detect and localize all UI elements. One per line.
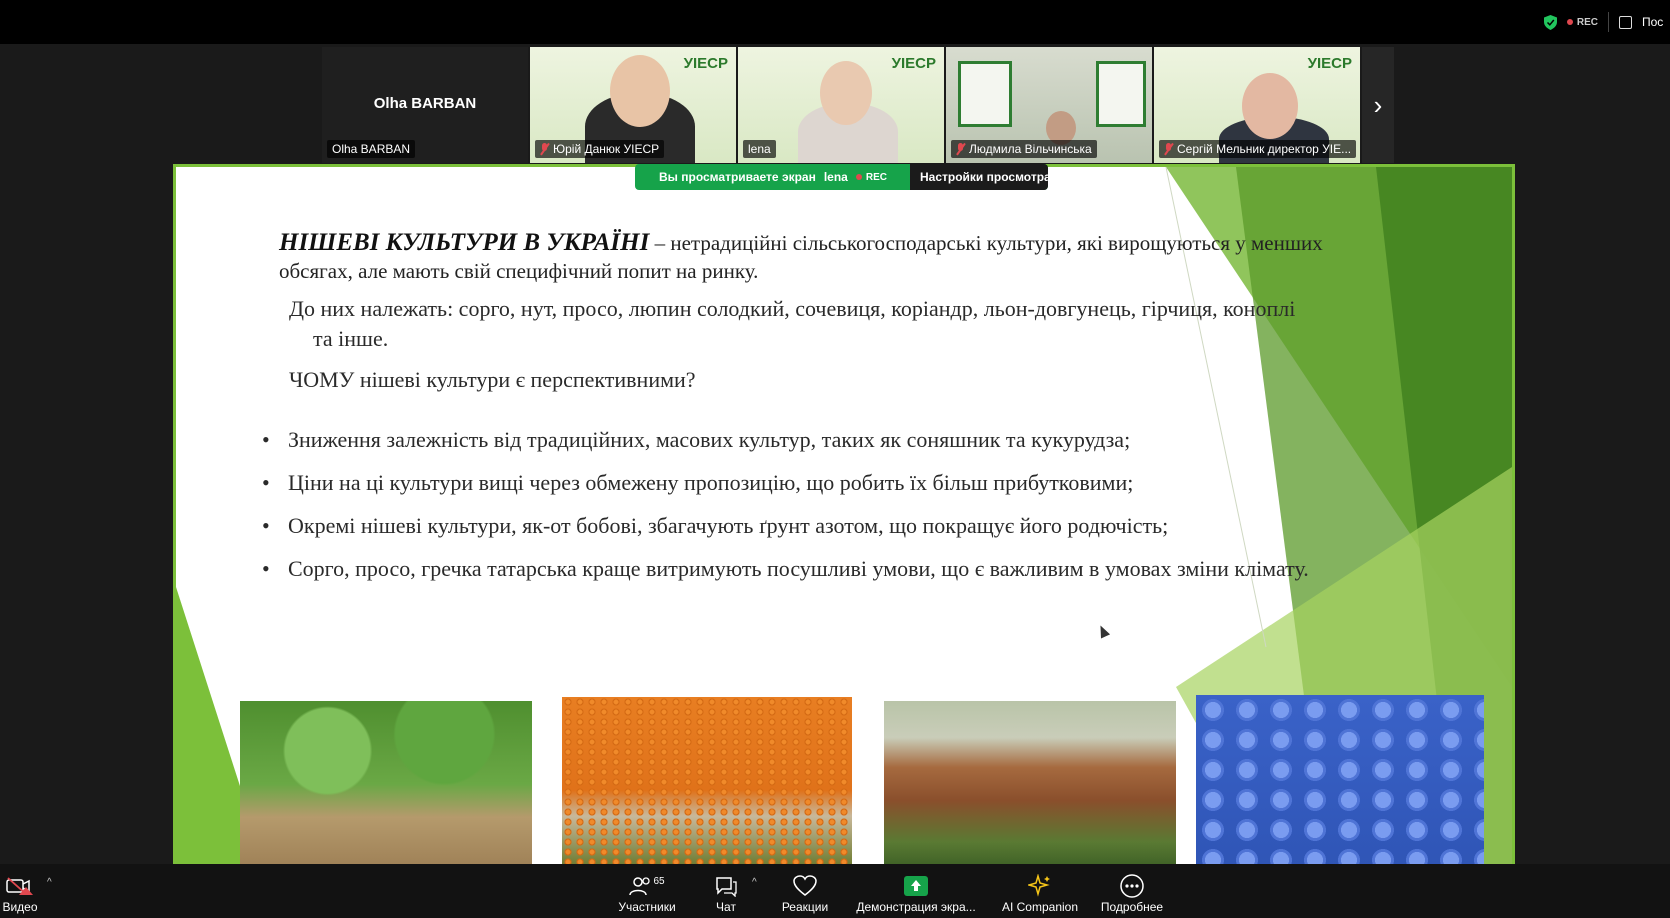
share-screen-icon xyxy=(856,872,976,900)
participant-tile[interactable]: Olha BARBAN Olha BARBAN xyxy=(322,47,528,163)
ai-companion-button[interactable]: AI Companion xyxy=(998,872,1082,914)
participant-face xyxy=(610,55,670,127)
meeting-toolbar: Видео ^ 65 Участники Чат ^ Реакции Демон… xyxy=(0,864,1670,918)
coriander-photo xyxy=(240,701,532,867)
recording-indicator[interactable]: REC xyxy=(1566,16,1598,28)
bullet-dot: • xyxy=(262,513,270,538)
participant-face xyxy=(820,61,872,125)
slide-bullet: • Зниження залежність від традиційних, ма… xyxy=(262,425,1392,455)
share-rec-indicator: REC xyxy=(855,171,887,183)
participant-big-name: Olha BARBAN xyxy=(373,95,477,112)
bullet-dot: • xyxy=(262,470,270,495)
video-off-icon xyxy=(0,872,40,900)
participant-name-label: Юрій Данюк УІЕСР xyxy=(535,140,665,158)
participants-label: Участники xyxy=(618,900,676,914)
flax-flowers-photo xyxy=(1196,695,1484,867)
share-sharer-name: lena xyxy=(823,170,848,184)
bullet-dot: • xyxy=(262,427,270,452)
next-page-arrow-icon[interactable]: › xyxy=(1362,47,1394,163)
shared-screen-slide: НІШЕВІ КУЛЬТУРИ В УКРАЇНІ – нетрадиційні… xyxy=(173,164,1515,867)
room-window xyxy=(958,61,1012,127)
slide-belong-text: До них належать: сорго, нут, просо, люпи… xyxy=(289,296,1296,321)
rec-dot-icon xyxy=(1566,19,1573,25)
sorghum-photo xyxy=(884,701,1176,867)
more-label: Подробнее xyxy=(1100,900,1164,914)
ai-sparkle-icon xyxy=(998,872,1082,900)
chat-options-caret-icon[interactable]: ^ xyxy=(752,877,757,888)
participants-icon: 65 xyxy=(612,872,682,900)
bullet-text: Окремі нішеві культури, як-от бобові, зб… xyxy=(288,513,1169,538)
uiesr-logo: УІЕСР xyxy=(683,55,728,72)
participant-name: Сергій Мельник директор УІЕ... xyxy=(1177,142,1352,156)
participant-name-label: Olha BARBAN xyxy=(327,140,416,158)
rec-dot-icon xyxy=(855,174,862,180)
participant-tile[interactable]: УІЕСР Сергій Мельник директор УІЕ... xyxy=(1154,47,1360,163)
participant-name: Людмила Вільчинська xyxy=(969,142,1092,156)
chat-button[interactable]: Чат xyxy=(706,872,746,914)
meeting-top-bar: REC Пос xyxy=(0,0,1670,44)
more-dots-icon xyxy=(1100,872,1164,900)
mic-muted-icon xyxy=(1164,143,1173,155)
participant-tile[interactable]: Людмила Вільчинська xyxy=(946,47,1152,163)
participants-strip: Olha BARBAN Olha BARBAN УІЕСР Юрій Данюк… xyxy=(322,47,1394,163)
slide-title-bold: НІШЕВІ КУЛЬТУРИ В УКРАЇНІ xyxy=(279,229,650,256)
divider xyxy=(1608,12,1609,32)
room-window xyxy=(1096,61,1146,127)
slide-bullet: • Сорго, просо, гречка татарська краще ви… xyxy=(262,554,1392,584)
bullet-dot: • xyxy=(262,556,270,581)
video-options-caret-icon[interactable]: ^ xyxy=(47,877,52,888)
bullet-text: Ціни на ці культури вищі через обмежену … xyxy=(288,470,1134,495)
slide-belong-continuation: та інше. xyxy=(313,326,389,351)
bullet-text: Сорго, просо, гречка татарська краще вит… xyxy=(288,556,1309,581)
slide-question: ЧОМУ нішеві культури є перспективними? xyxy=(289,367,696,392)
chat-label: Чат xyxy=(716,900,736,914)
heart-icon xyxy=(776,872,834,900)
participant-name: Olha BARBAN xyxy=(332,142,411,156)
mic-muted-icon xyxy=(956,143,965,155)
calendar-icon[interactable] xyxy=(1619,15,1632,29)
top-right-cut-label[interactable]: Пос xyxy=(1642,15,1670,29)
share-screen-label: Демонстрация экра... xyxy=(856,900,976,914)
slide-photos xyxy=(176,695,1512,867)
slide-bullet-list: • Зниження залежність від традиційних, ма… xyxy=(262,425,1392,597)
chat-icon xyxy=(706,872,746,900)
participant-face xyxy=(1242,73,1298,139)
uiesr-logo: УІЕСР xyxy=(891,55,936,72)
mic-muted-icon xyxy=(540,143,549,155)
rec-label: REC xyxy=(1576,16,1598,28)
more-button[interactable]: Подробнее xyxy=(1100,872,1164,914)
slide-bullet: • Окремі нішеві культури, як-от бобові, з… xyxy=(262,511,1392,541)
slide-bullet: • Ціни на ці культури вищі через обмежену… xyxy=(262,468,1392,498)
participant-name-label: lena xyxy=(743,140,776,158)
lentils-photo xyxy=(562,697,852,867)
ai-companion-label: AI Companion xyxy=(1001,900,1079,914)
screen-share-banner: Вы просматриваете экран lena REC Настрой… xyxy=(635,164,1048,190)
slide-title: НІШЕВІ КУЛЬТУРИ В УКРАЇНІ – нетрадиційні… xyxy=(279,229,1329,285)
share-screen-button[interactable]: Демонстрация экра... xyxy=(856,872,976,914)
participant-name: lena xyxy=(748,142,771,156)
share-rec-label: REC xyxy=(865,171,887,183)
shield-icon[interactable] xyxy=(1543,14,1557,30)
participant-name: Юрій Данюк УІЕСР xyxy=(553,142,660,156)
video-button[interactable]: Видео xyxy=(0,872,40,914)
participant-tile[interactable]: УІЕСР Юрій Данюк УІЕСР xyxy=(530,47,736,163)
bullet-text: Зниження залежність від традиційних, мас… xyxy=(288,427,1131,452)
participants-count: 65 xyxy=(653,875,665,887)
share-message: Вы просматриваете экран xyxy=(659,170,816,184)
uiesr-logo: УІЕСР xyxy=(1307,55,1352,72)
top-right-controls: REC Пос xyxy=(1543,12,1670,32)
reactions-button[interactable]: Реакции xyxy=(776,872,834,914)
participants-button[interactable]: 65 Участники xyxy=(612,872,682,915)
reactions-label: Реакции xyxy=(781,900,829,914)
view-settings-button[interactable]: Настройки просмотра xyxy=(910,164,1048,190)
participant-name-label: Сергій Мельник директор УІЕ... xyxy=(1159,140,1357,158)
participant-name-label: Людмила Вільчинська xyxy=(951,140,1097,158)
video-label: Видео xyxy=(2,900,38,914)
participant-tile[interactable]: УІЕСР lena xyxy=(738,47,944,163)
